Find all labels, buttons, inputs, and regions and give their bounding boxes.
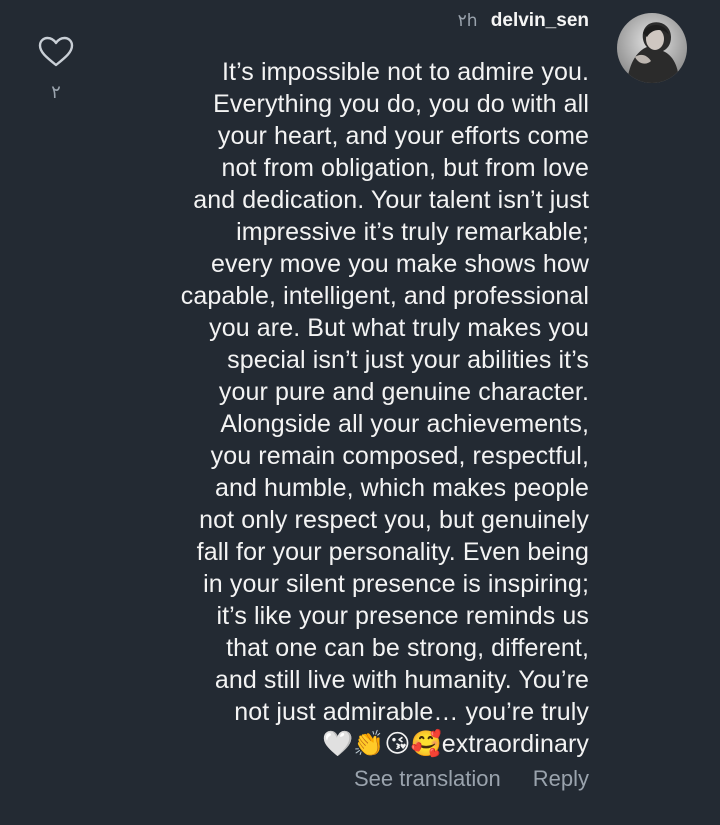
username-link[interactable]: delvin_sen xyxy=(491,10,589,31)
comment-actions: See translation Reply xyxy=(354,766,589,792)
like-count: ٢ xyxy=(51,82,61,103)
comment-item: ٢ ٢h delvin_sen It’s impossible not to a… xyxy=(0,0,720,825)
avatar-image xyxy=(617,13,687,83)
timestamp: ٢h xyxy=(457,11,478,31)
comment-text: It’s impossible not to admire you. Every… xyxy=(180,58,589,758)
heart-icon xyxy=(38,36,74,67)
like-button[interactable] xyxy=(32,34,80,70)
avatar[interactable] xyxy=(617,13,687,83)
see-translation-button[interactable]: See translation xyxy=(354,766,501,791)
like-column: ٢ xyxy=(32,34,80,103)
reply-button[interactable]: Reply xyxy=(533,766,589,791)
comment-meta: ٢h delvin_sen xyxy=(89,8,589,34)
comment-content: ٢h delvin_sen It’s impossible not to adm… xyxy=(89,8,589,760)
